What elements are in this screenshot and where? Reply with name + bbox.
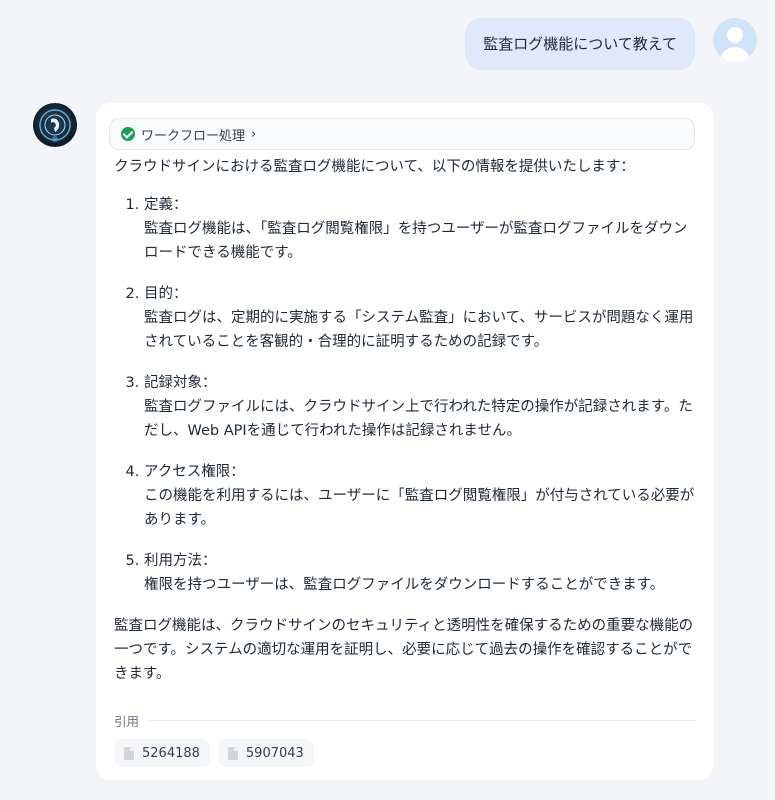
document-icon [124,746,134,760]
list-item: 利用方法： 権限を持つユーザーは、監査ログファイルをダウンロードすることができま… [144,549,699,597]
list-item-title: 利用方法： [144,553,217,569]
user-message-bubble: 監査ログ機能について教えて [465,18,695,70]
list-item: アクセス権限： この機能を利用するには、ユーザーに「監査ログ閲覧権限」が付与され… [144,460,699,532]
workflow-process-toggle[interactable]: ワークフロー処理 › [109,118,695,150]
document-icon [227,746,238,760]
answer-summary: 監査ログ機能は、クラウドサインのセキュリティと透明性を確保するための重要な機能の… [114,618,694,682]
list-item: 記録対象： 監査ログファイルには、クラウドサイン上で行われた特定の操作が記録され… [144,371,699,443]
citations-divider [149,720,696,721]
citation-chip[interactable]: 5264188 [114,739,210,767]
citations-header: 引用 [114,711,696,730]
bot-avatar [33,103,77,147]
chevron-right-icon: › [251,126,257,142]
list-item-body: この機能を利用するには、ユーザーに「監査ログ閲覧権限」が付与されている必要があり… [144,488,695,528]
answer-intro: クラウドサインにおける監査ログ機能について、以下の情報を提供いたします： [114,159,635,175]
list-item-title: 記録対象： [144,375,217,391]
list-item-body: 権限を持つユーザーは、監査ログファイルをダウンロードすることができます。 [144,577,665,593]
list-item-title: アクセス権限： [144,464,245,480]
citations-label: 引用 [114,714,140,729]
citation-chip[interactable]: 5907043 [217,739,314,767]
list-item-body: 監査ログファイルには、クラウドサイン上で行われた特定の操作が記録されます。ただし… [144,399,693,439]
list-item-body: 監査ログは、定期的に実施する「システム監査」において、サービスが問題なく運用され… [144,310,694,350]
list-item-title: 目的： [144,286,188,302]
user-avatar [713,18,757,62]
list-item-body: 監査ログ機能は、「監査ログ閲覧権限」を持つユーザーが監査ログファイルをダウンロー… [144,221,688,261]
list-item: 目的： 監査ログは、定期的に実施する「システム監査」において、サービスが問題なく… [144,282,699,354]
answer-content: クラウドサインにおける監査ログ機能について、以下の情報を提供いたします： 定義：… [114,155,699,686]
workflow-label: ワークフロー処理 [141,128,246,144]
check-circle-icon [121,127,135,141]
citation-id: 5264188 [142,745,200,761]
list-item-title: 定義： [144,197,188,213]
user-message-row: 監査ログ機能について教えて [465,18,757,70]
citations-list: 5264188 5907043 [114,739,322,767]
list-item: 定義： 監査ログ機能は、「監査ログ閲覧権限」を持つユーザーが監査ログファイルをダ… [144,193,699,265]
citation-id: 5907043 [245,745,304,761]
answer-list: 定義： 監査ログ機能は、「監査ログ閲覧権限」を持つユーザーが監査ログファイルをダ… [114,193,699,597]
assistant-answer-card: ワークフロー処理 › クラウドサインにおける監査ログ機能について、以下の情報を提… [96,103,713,780]
